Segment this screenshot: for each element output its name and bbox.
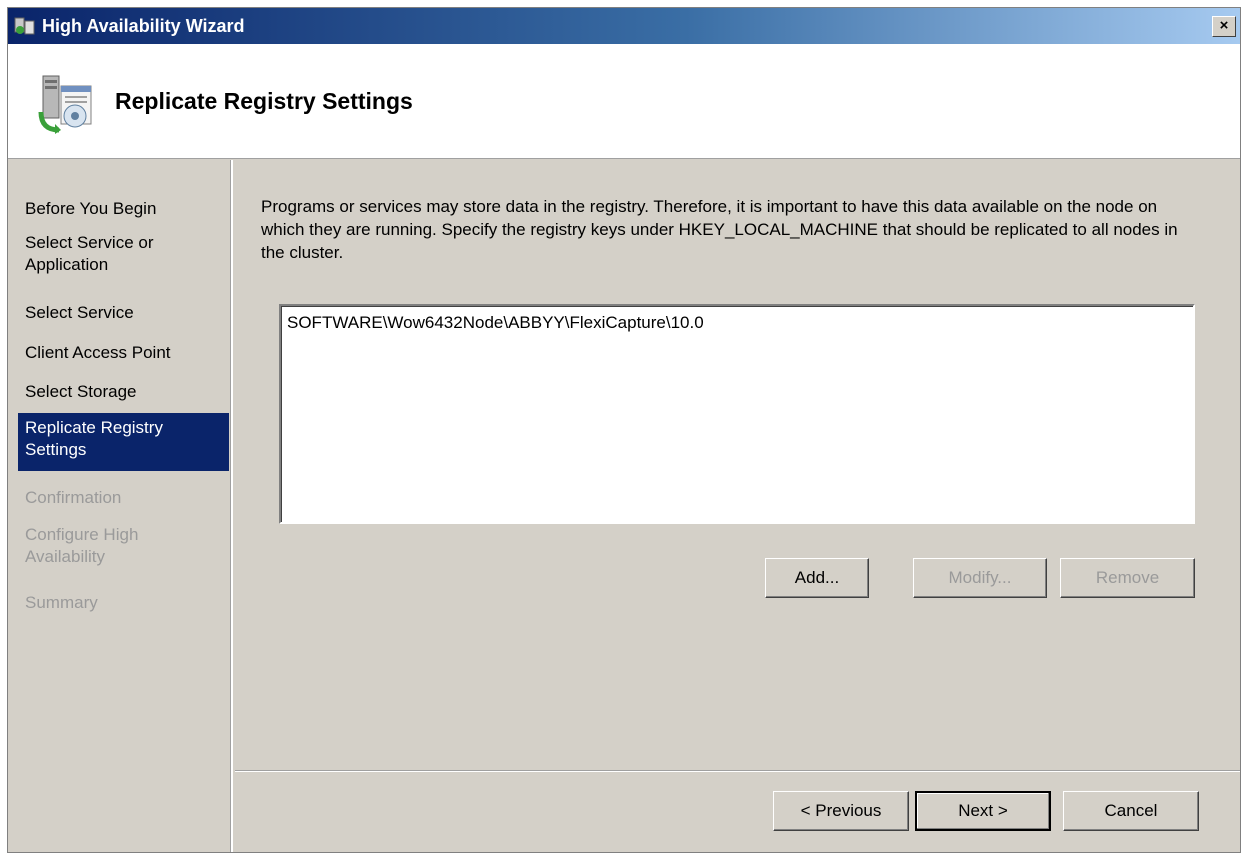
- nav-step-select-service[interactable]: Select Service: [18, 298, 229, 328]
- close-button[interactable]: ×: [1212, 16, 1236, 37]
- page-title: Replicate Registry Settings: [115, 88, 413, 114]
- previous-button[interactable]: < Previous: [773, 791, 909, 831]
- registry-server-icon: [38, 75, 92, 134]
- wizard-steps-nav: Before You Begin Select Service or Appli…: [8, 160, 233, 852]
- modify-button: Modify...: [913, 558, 1047, 598]
- cancel-button[interactable]: Cancel: [1063, 791, 1199, 831]
- remove-button: Remove: [1060, 558, 1195, 598]
- page-description: Programs or services may store data in t…: [261, 197, 1178, 262]
- title-bar[interactable]: High Availability Wizard ×: [8, 8, 1240, 44]
- nav-step-confirmation: Confirmation: [25, 488, 122, 507]
- cluster-app-icon: [14, 17, 35, 35]
- nav-step-replicate-registry-settings[interactable]: Replicate Registry Settings: [18, 413, 229, 471]
- nav-step-summary: Summary: [25, 593, 98, 612]
- list-item[interactable]: SOFTWARE\Wow6432Node\ABBYY\FlexiCapture\…: [287, 313, 704, 333]
- nav-step-client-access-point[interactable]: Client Access Point: [18, 338, 229, 368]
- nav-step-select-storage[interactable]: Select Storage: [18, 377, 229, 407]
- add-button[interactable]: Add...: [765, 558, 869, 598]
- window-title: High Availability Wizard: [42, 16, 245, 36]
- wizard-header: Replicate Registry Settings: [8, 44, 1240, 159]
- footer-divider: [235, 770, 1240, 772]
- nav-step-configure-high-availability: Configure High Availability: [25, 525, 139, 566]
- registry-keys-list[interactable]: SOFTWARE\Wow6432Node\ABBYY\FlexiCapture\…: [279, 304, 1195, 524]
- wizard-window: High Availability Wizard × Replicate Reg…: [7, 7, 1241, 853]
- nav-step-select-service-or-application[interactable]: Select Service or Application: [18, 228, 229, 280]
- next-button[interactable]: Next >: [915, 791, 1051, 831]
- nav-step-before-you-begin[interactable]: Before You Begin: [18, 194, 229, 224]
